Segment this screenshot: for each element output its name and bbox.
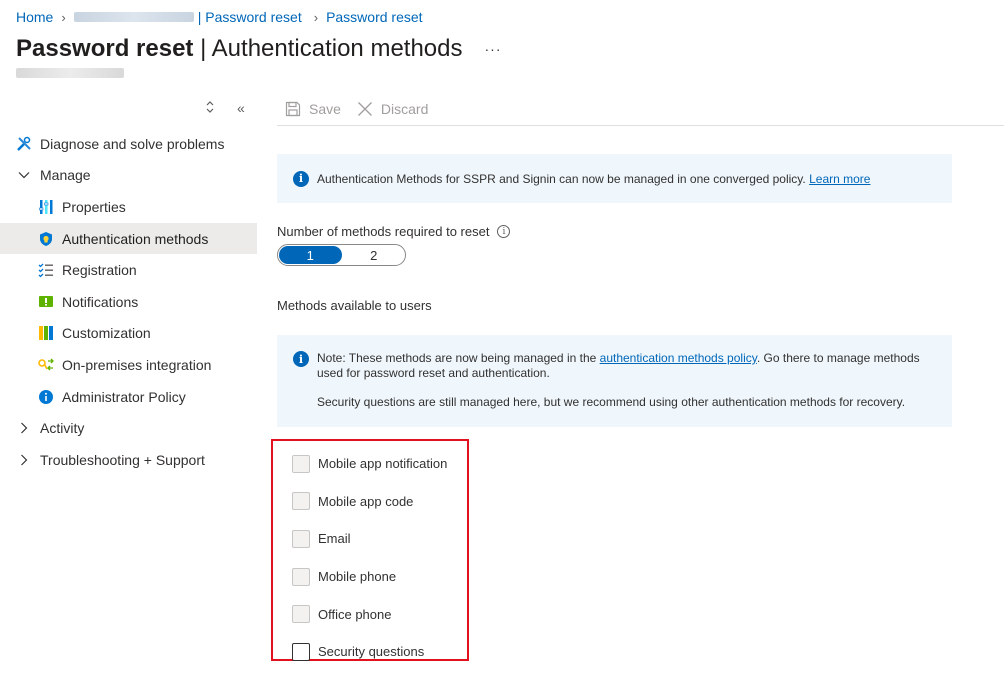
method-mobile-app-notification: Mobile app notification [292, 445, 447, 483]
checkbox-label: Mobile app notification [318, 456, 448, 472]
methods-required-label: Number of methods required to reset i [277, 224, 511, 239]
sidebar-item-notifications[interactable]: Notifications [0, 286, 257, 318]
customization-icon [38, 325, 54, 341]
sidebar-item-activity[interactable]: Activity [0, 412, 257, 444]
chevron-right-icon [16, 420, 32, 436]
wrench-icon [16, 136, 32, 152]
info-icon [38, 389, 54, 405]
chevron-right-icon: › [61, 9, 66, 25]
checkbox-label: Email [318, 531, 351, 547]
chevron-down-icon [16, 167, 32, 183]
page-title-sub: | Authentication methods [200, 35, 463, 62]
method-email: Email [292, 520, 447, 558]
sidebar-item-label: Diagnose and solve problems [40, 135, 225, 152]
sidebar-item-label: Authentication methods [62, 230, 209, 247]
sidebar-item-diagnose[interactable]: Diagnose and solve problems [0, 128, 257, 160]
chevron-right-icon: › [313, 9, 319, 25]
more-options-button[interactable]: ··· [485, 41, 502, 57]
sidebar-item-authentication-methods[interactable]: Authentication methods [0, 222, 257, 255]
method-office-phone: Office phone [292, 595, 447, 633]
sidebar-item-label: On-premises integration [62, 356, 212, 373]
expand-collapse-icon[interactable] [205, 100, 215, 117]
method-mobile-app-code: Mobile app code [292, 483, 447, 521]
checkbox [292, 567, 310, 586]
close-icon [357, 101, 372, 116]
discard-label: Discard [380, 100, 429, 117]
breadcrumb-home[interactable]: Home [16, 9, 53, 25]
notification-icon [38, 294, 54, 310]
sidebar-item-troubleshooting[interactable]: Troubleshooting + Support [0, 444, 257, 476]
breadcrumb-tenant-suffix[interactable]: | Password reset [198, 9, 302, 25]
sidebar-item-customization[interactable]: Customization [0, 318, 257, 350]
checkbox [292, 454, 310, 473]
collapse-sidebar-icon[interactable]: « [237, 100, 245, 117]
page-subtitle-redacted [16, 68, 124, 78]
sidebar-item-label: Activity [40, 420, 85, 437]
methods-checkbox-list: Mobile app notification Mobile app code … [292, 445, 447, 671]
sidebar-item-label: Manage [40, 167, 91, 184]
shield-icon [38, 231, 54, 247]
save-button[interactable]: Save [285, 101, 341, 117]
checkbox-label: Mobile phone [318, 569, 397, 585]
sidebar-item-administrator-policy[interactable]: Administrator Policy [0, 381, 257, 413]
sidebar-item-label: Properties [62, 198, 126, 215]
note-text: Note: These methods are now being manage… [317, 351, 936, 427]
command-bar: Save Discard [277, 92, 1004, 126]
sidebar-item-registration[interactable]: Registration [0, 254, 257, 286]
methods-required-option-2[interactable]: 2 [343, 245, 406, 265]
sidebar-item-on-premises-integration[interactable]: On-premises integration [0, 349, 257, 381]
breadcrumb-tenant-redacted[interactable] [73, 12, 194, 22]
learn-more-link[interactable]: Learn more [809, 172, 870, 186]
key-icon [38, 357, 54, 373]
note-text-before: Note: These methods are now being manage… [317, 351, 597, 365]
page-title: Password reset | Authentication methods … [16, 35, 502, 63]
checklist-icon [38, 262, 54, 278]
sidebar-item-properties[interactable]: Properties [0, 191, 257, 223]
sidebar-item-label: Administrator Policy [62, 388, 186, 405]
info-banner-message: Authentication Methods for SSPR and Sign… [317, 171, 806, 186]
info-icon: i [293, 351, 309, 367]
sidebar-item-manage[interactable]: Manage [0, 160, 257, 192]
note-text-security-questions: Security questions are still managed her… [317, 395, 906, 409]
checkbox-label: Mobile app code [318, 493, 414, 509]
checkbox [292, 529, 310, 548]
checkbox-label: Security questions [318, 644, 425, 660]
page-title-main: Password reset [16, 35, 194, 62]
sidebar-item-label: Troubleshooting + Support [40, 451, 205, 468]
checkbox [292, 492, 310, 511]
sidebar-item-label: Customization [62, 325, 151, 342]
sidebar-item-label: Registration [62, 262, 137, 279]
info-banner-text: Authentication Methods for SSPR and Sign… [317, 172, 870, 186]
chevron-right-icon [16, 452, 32, 468]
checkbox[interactable] [292, 642, 310, 661]
sidebar-item-label: Notifications [62, 293, 139, 310]
methods-required-option-1[interactable]: 1 [279, 246, 342, 264]
properties-icon [38, 199, 54, 215]
note-banner: i Note: These methods are now being mana… [277, 335, 952, 427]
methods-available-heading: Methods available to users [277, 298, 432, 313]
sidebar-controls: « [205, 100, 245, 117]
info-tooltip-icon[interactable]: i [497, 225, 511, 238]
methods-required-text: Number of methods required to reset [277, 224, 490, 239]
breadcrumb: Home › | Password reset › Password reset [16, 9, 423, 25]
checkbox [292, 605, 310, 624]
discard-button[interactable]: Discard [357, 101, 428, 117]
checkbox-label: Office phone [318, 606, 392, 622]
info-banner: i Authentication Methods for SSPR and Si… [277, 154, 952, 203]
authentication-methods-policy-link[interactable]: authentication methods policy [600, 351, 757, 365]
method-mobile-phone: Mobile phone [292, 558, 447, 596]
info-icon: i [293, 170, 309, 187]
sidebar: Diagnose and solve problems Manage Prope… [0, 128, 257, 476]
method-security-questions[interactable]: Security questions [292, 633, 447, 671]
save-label: Save [309, 100, 341, 117]
save-icon [285, 101, 301, 116]
breadcrumb-current[interactable]: Password reset [326, 9, 422, 25]
methods-required-toggle: 1 2 [277, 244, 406, 266]
